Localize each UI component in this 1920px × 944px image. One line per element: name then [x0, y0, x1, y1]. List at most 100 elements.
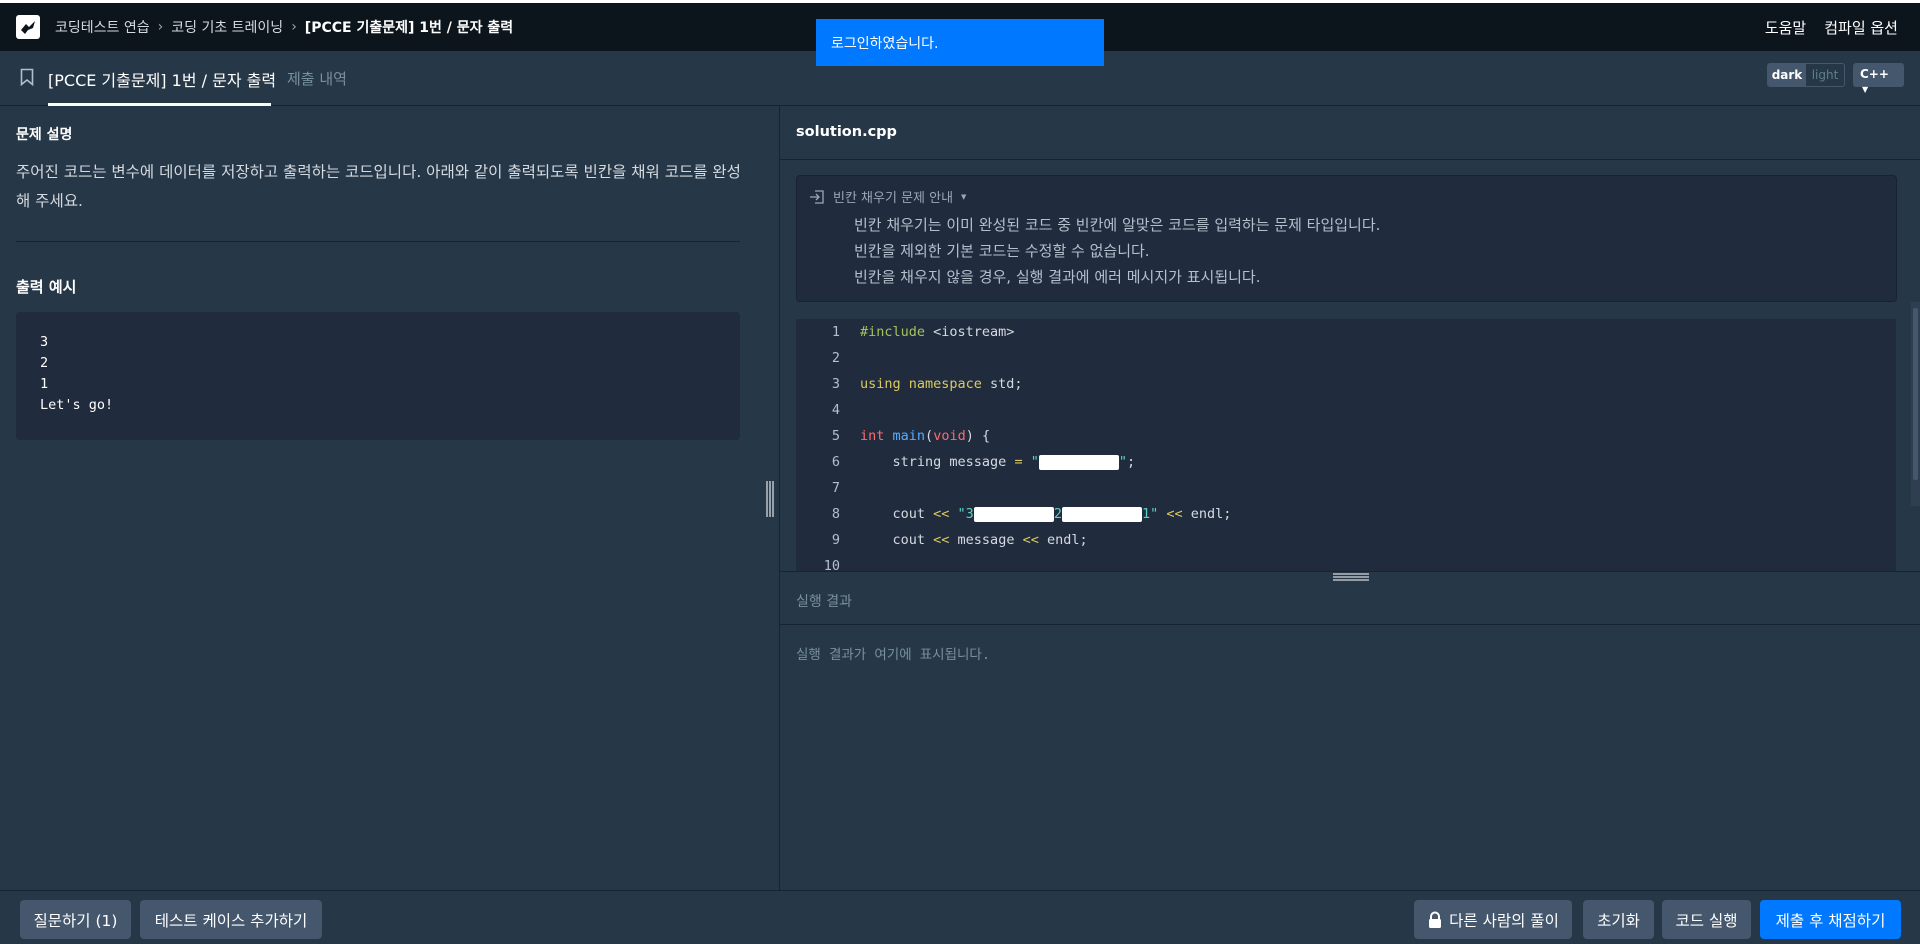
line-number: 2 [831, 350, 840, 366]
language-select-value: C++ [1860, 67, 1889, 81]
line-number: 6 [831, 454, 840, 470]
code-text: int main(void) { [860, 428, 990, 444]
editor-panel: solution.cpp 빈칸 채우기 문제 안내 ▼ 빈칸 채우기는 이미 완… [780, 106, 1920, 890]
code-line: 7 [796, 475, 840, 501]
problem-description-heading: 문제 설명 [16, 127, 73, 143]
info-line: 빈칸을 채우지 않을 경우, 실행 결과에 에러 메시지가 표시됩니다. [854, 268, 1261, 286]
code-text: string message = " "; [860, 454, 1136, 470]
result-output: 실행 결과가 여기에 표시됩니다. [796, 647, 990, 663]
code-token: #include [860, 324, 926, 340]
info-line: 빈칸을 제외한 기본 코드는 수정할 수 없습니다. [854, 242, 1150, 260]
blank-input[interactable] [1038, 454, 1119, 470]
output-example-block: 3 2 1 Let's go! [16, 312, 740, 440]
code-token: main [892, 428, 926, 444]
code-editor[interactable]: 1 #include <iostream> 2 3 using namespac… [796, 319, 1896, 571]
code-text: cout << "3 2 1" << endl; [860, 506, 1232, 522]
run-code-label: 코드 실행 [1675, 911, 1738, 930]
others-solutions-button[interactable]: 다른 사람의 풀이 [1414, 900, 1572, 939]
code-line: 2 [796, 345, 840, 371]
code-token: endl; [1182, 506, 1232, 522]
line-number: 1 [831, 324, 840, 340]
code-token: endl; [1038, 532, 1088, 548]
breadcrumb-item-current: [PCCE 기출문제] 1번 / 문자 출력 [304, 20, 514, 36]
code-token: cout [860, 532, 934, 548]
bookmark-icon[interactable] [20, 68, 34, 86]
submit-label: 제출 후 채점하기 [1775, 911, 1886, 930]
code-token: 1" [1141, 506, 1159, 522]
editor-scroll-thumb[interactable] [1913, 308, 1918, 480]
info-toggle[interactable]: 빈칸 채우기 문제 안내 ▼ [809, 187, 966, 206]
bottom-action-bar: 질문하기 (1) 테스트 케이스 추가하기 다른 사람의 풀이 초기화 코드 실… [0, 890, 1920, 944]
problem-description: 주어진 코드는 변수에 데이터를 저장하고 출력하는 코드입니다. 아래와 같이… [16, 163, 741, 210]
code-token: << [1158, 506, 1183, 522]
theme-light-button[interactable]: light [1806, 64, 1844, 86]
line-number: 4 [831, 402, 840, 418]
info-line: 빈칸 채우기는 이미 완성된 코드 중 빈칸에 알맞은 코드를 입력하는 문제 … [854, 216, 1381, 234]
add-testcase-label: 테스트 케이스 추가하기 [154, 911, 308, 930]
code-text: #include <iostream> [860, 324, 1014, 340]
divider [16, 241, 740, 242]
code-token: << [1022, 532, 1039, 548]
programmers-logo-icon[interactable] [16, 15, 40, 39]
line-number: 5 [831, 428, 840, 444]
language-select[interactable]: C++ ▼ [1853, 63, 1904, 94]
code-line: 8 cout << "3 2 1" << endl; [796, 501, 1232, 527]
code-token: <iostream> [925, 324, 1015, 340]
code-token: std; [981, 376, 1023, 392]
blank-input[interactable] [973, 506, 1054, 522]
ask-question-button[interactable]: 질문하기 (1) [20, 900, 131, 939]
code-line: 5 int main(void) { [796, 423, 990, 449]
code-line: 6 string message = " "; [796, 449, 1135, 475]
code-token: string message [860, 454, 1015, 470]
code-token: " [1022, 454, 1039, 470]
breadcrumb: 코딩테스트 연습 › 코딩 기초 트레이닝 › [PCCE 기출문제] 1번 /… [55, 17, 513, 37]
code-token: "3 [949, 506, 974, 522]
code-token: ( [925, 428, 934, 444]
others-solutions-label: 다른 사람의 풀이 [1449, 911, 1559, 930]
reset-button[interactable]: 초기화 [1583, 900, 1654, 939]
code-token: ) { [965, 428, 991, 444]
code-token: << [933, 532, 950, 548]
reset-label: 초기화 [1597, 911, 1640, 930]
enter-icon [810, 189, 824, 204]
blank-input[interactable] [1061, 506, 1142, 522]
line-number: 9 [831, 532, 840, 548]
code-token: void [933, 428, 966, 444]
compile-options-link[interactable]: 컴파일 옵션 [1824, 17, 1898, 38]
line-number: 10 [823, 558, 840, 571]
fill-blank-info-box: 빈칸 채우기 문제 안내 ▼ 빈칸 채우기는 이미 완성된 코드 중 빈칸에 알… [796, 175, 1897, 302]
chevron-right-icon: › [157, 19, 164, 35]
chevron-right-icon: › [291, 19, 297, 35]
code-line: 10 [796, 553, 840, 571]
caret-down-icon: ▼ [961, 192, 967, 201]
tab-problem[interactable]: [PCCE 기출문제] 1번 / 문자 출력 [48, 67, 276, 91]
horizontal-resize-handle-icon[interactable] [1333, 572, 1369, 582]
lock-icon [1429, 911, 1442, 928]
ask-question-label: 질문하기 (1) [33, 911, 118, 930]
code-line: 1 #include <iostream> [796, 319, 1015, 345]
code-line: 3 using namespace std; [796, 371, 1023, 397]
tab-submission-history[interactable]: 제출 내역 [287, 68, 347, 89]
run-code-button[interactable]: 코드 실행 [1662, 900, 1751, 939]
breadcrumb-item-coding-test[interactable]: 코딩테스트 연습 [55, 17, 150, 37]
output-example-heading: 출력 예시 [16, 278, 77, 296]
vertical-resize-handle-icon[interactable] [765, 481, 775, 517]
add-testcase-button[interactable]: 테스트 케이스 추가하기 [140, 900, 322, 939]
code-token: 2 [1053, 506, 1062, 522]
code-token: message [949, 532, 1023, 548]
line-number: 3 [831, 376, 840, 392]
top-right-menu: 도움말 컴파일 옵션 [1765, 17, 1898, 38]
code-token: cout [860, 506, 934, 522]
line-number: 7 [831, 480, 840, 496]
code-token: << [933, 506, 950, 522]
help-link[interactable]: 도움말 [1765, 17, 1806, 38]
code-token: ; [1126, 454, 1136, 470]
code-line: 4 [796, 397, 840, 423]
code-token: = [1014, 454, 1023, 470]
theme-dark-button[interactable]: dark [1768, 64, 1806, 86]
code-text: using namespace std; [860, 376, 1023, 392]
code-text: cout << message << endl; [860, 532, 1088, 548]
submit-button[interactable]: 제출 후 채점하기 [1760, 900, 1901, 939]
line-number: 8 [831, 506, 840, 522]
breadcrumb-item-basic-training[interactable]: 코딩 기초 트레이닝 [171, 17, 283, 37]
